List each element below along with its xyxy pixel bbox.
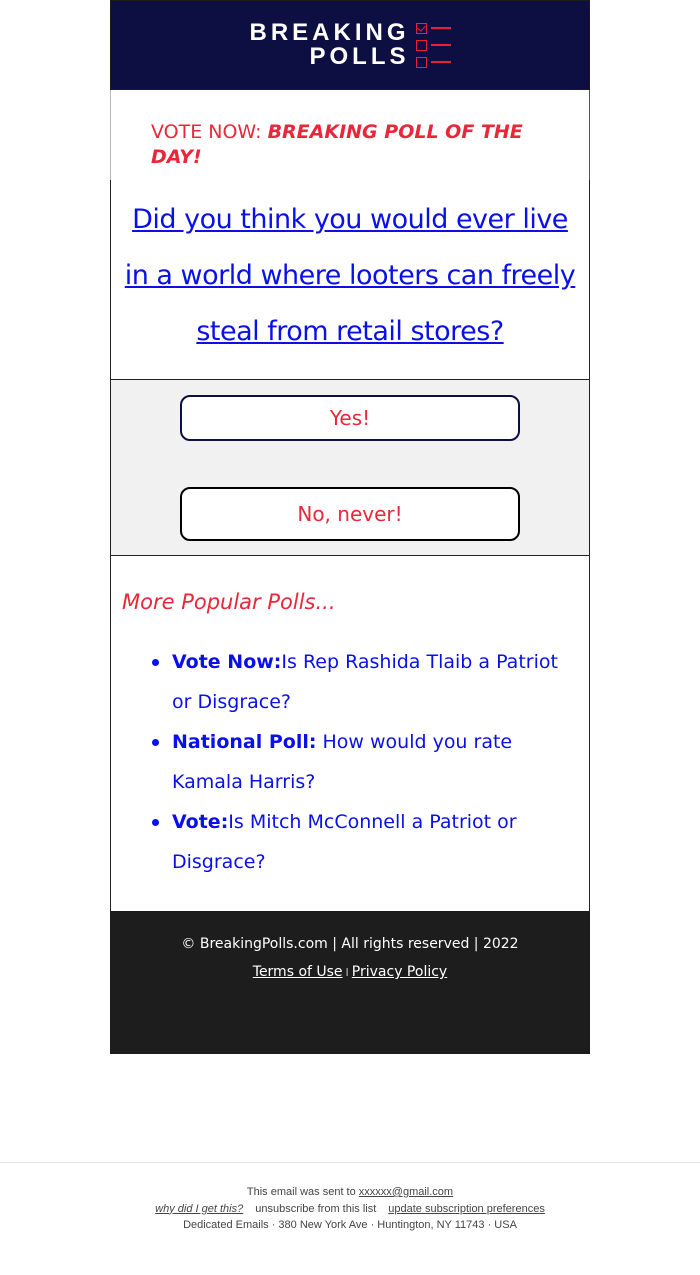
logo-line-2: POLLS (309, 43, 410, 70)
link-separator: I (345, 966, 349, 979)
more-polls-list: Vote Now:Is Rep Rashida Tlaib a Patriot … (122, 642, 579, 882)
logo-line-1: BREAKING (249, 19, 410, 46)
poll-question: Did you think you would ever live in a w… (110, 180, 590, 380)
poll-link[interactable]: Vote Now:Is Rep Rashida Tlaib a Patriot … (172, 651, 558, 713)
poll-link[interactable]: National Poll: How would you rate Kamala… (172, 731, 512, 793)
poll-list-item[interactable]: Vote Now:Is Rep Rashida Tlaib a Patriot … (150, 642, 579, 722)
sender-address: Dedicated Emails · 380 New York Ave · Hu… (183, 1219, 517, 1231)
divider (0, 1162, 700, 1163)
poll-question-link[interactable]: Did you think you would ever live in a w… (125, 204, 576, 347)
email-footer: This email was sent to xxxxxx@gmail.com … (0, 1184, 700, 1234)
header-banner: BREAKING POLLS (110, 0, 590, 90)
more-polls-section: More Popular Polls... Vote Now:Is Rep Ra… (110, 556, 590, 911)
footer-links: Terms of Use I Privacy Policy (111, 964, 589, 980)
site-footer: © BreakingPolls.com | All rights reserve… (110, 911, 590, 1054)
empty-box-icon (415, 39, 427, 51)
copyright-text: © BreakingPolls.com | All rights reserve… (181, 936, 519, 952)
answer-yes-button[interactable]: Yes! (180, 395, 520, 441)
recipient-email-link[interactable]: xxxxxx@gmail.com (359, 1186, 453, 1198)
vote-now-label: VOTE NOW: (151, 121, 268, 143)
logo-text: BREAKING POLLS (249, 21, 409, 69)
unsubscribe-link[interactable]: unsubscribe from this list (255, 1203, 376, 1215)
checked-box-icon (415, 22, 427, 34)
empty-box-icon (415, 56, 427, 68)
poll-link[interactable]: Vote:Is Mitch McConnell a Patriot or Dis… (172, 811, 517, 873)
why-did-i-get-this-link[interactable]: why did I get this? (155, 1203, 243, 1215)
privacy-policy-link[interactable]: Privacy Policy (352, 964, 447, 980)
update-preferences-link[interactable]: update subscription preferences (388, 1203, 545, 1215)
answer-options: Yes! No, never! (110, 380, 590, 556)
vote-now-heading: VOTE NOW: BREAKING POLL OF THE DAY! (110, 90, 590, 180)
poll-list-item[interactable]: Vote:Is Mitch McConnell a Patriot or Dis… (150, 802, 579, 882)
terms-of-use-link[interactable]: Terms of Use (253, 964, 343, 980)
checklist-icon (415, 22, 451, 68)
answer-no-button[interactable]: No, never! (180, 487, 520, 541)
sent-to-label: This email was sent to (246, 1186, 359, 1198)
more-polls-title: More Popular Polls... (122, 590, 336, 614)
email-body: BREAKING POLLS VOTE NOW: BREAKING POLL O… (110, 0, 590, 1054)
poll-list-item[interactable]: National Poll: How would you rate Kamala… (150, 722, 579, 802)
logo[interactable]: BREAKING POLLS (249, 21, 451, 69)
